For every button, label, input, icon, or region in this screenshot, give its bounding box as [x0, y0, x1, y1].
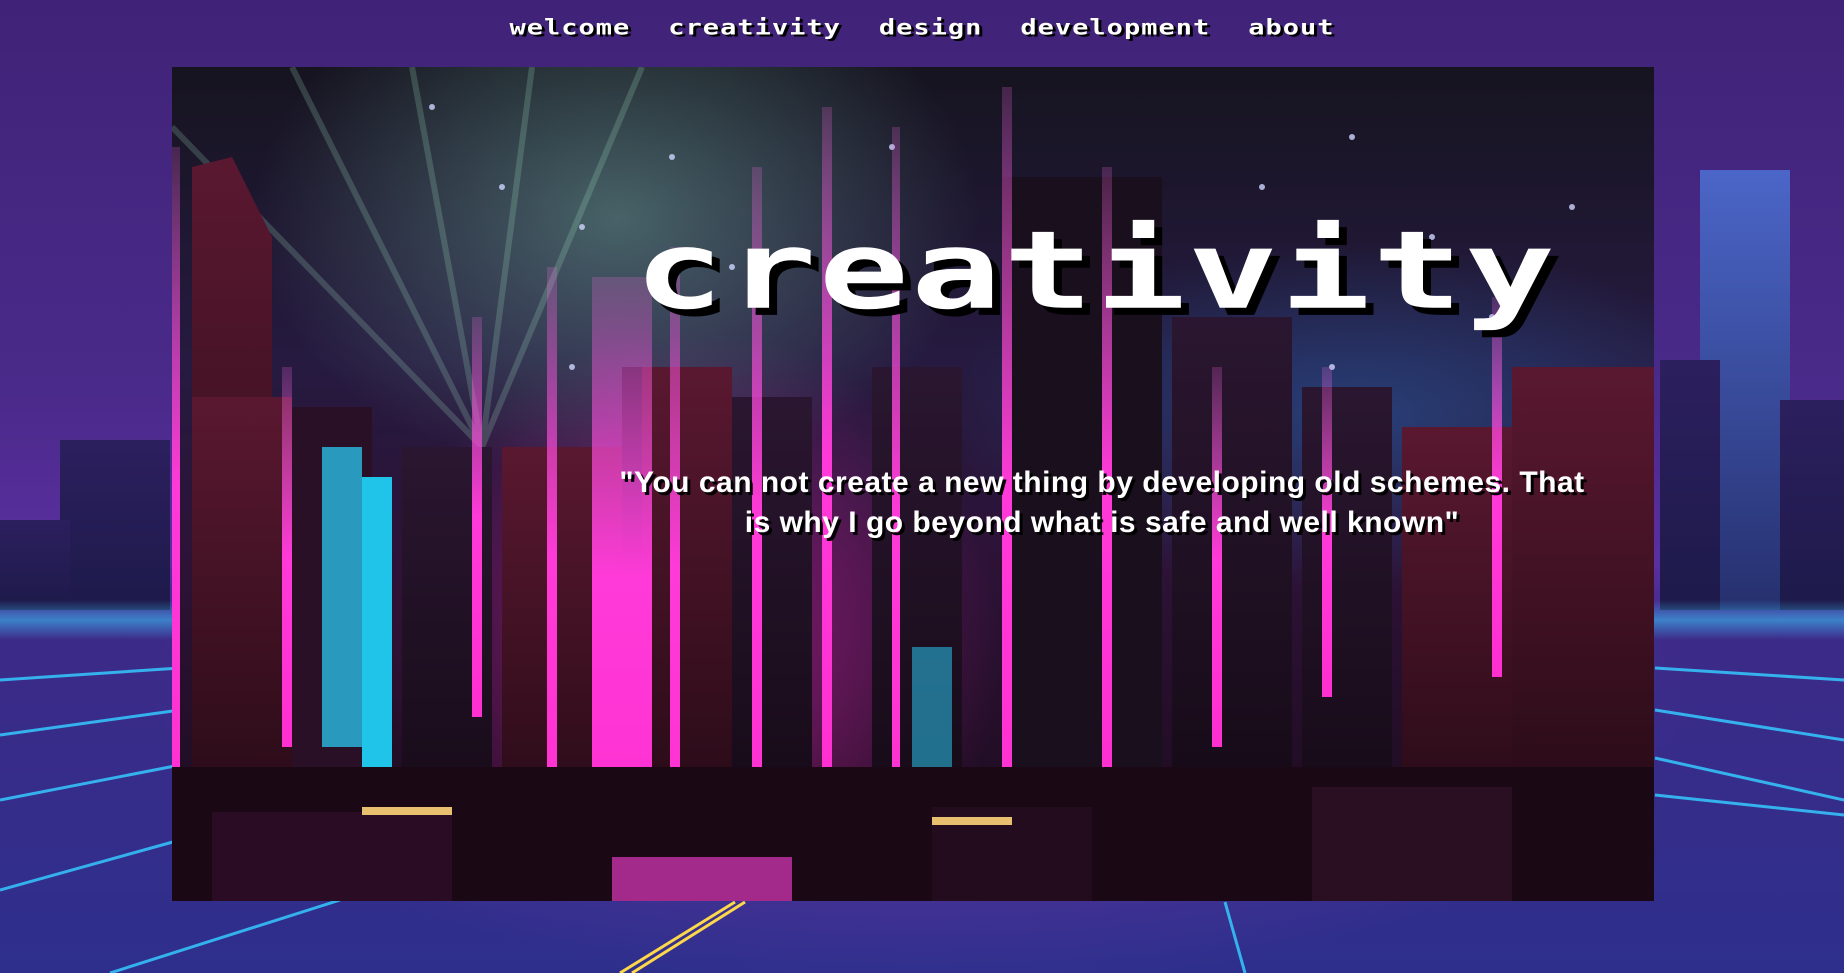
main-nav: welcome creativity design development ab… [0, 12, 1844, 43]
background-building-left [60, 440, 170, 610]
nav-link-about[interactable]: about [1248, 15, 1334, 40]
hero-quote: "You can not create a new thing by devel… [619, 466, 1585, 539]
background-building-left-2 [0, 520, 70, 610]
nav-link-design[interactable]: design [879, 15, 983, 40]
hero-section: creativity "You can not create a new thi… [172, 67, 1654, 901]
nav-link-creativity[interactable]: creativity [668, 15, 841, 40]
hero-title: creativity [634, 208, 1558, 334]
background-building-right [1660, 360, 1720, 610]
nav-link-development[interactable]: development [1020, 15, 1210, 40]
nav-link-welcome[interactable]: welcome [510, 15, 631, 40]
background-building-right-2 [1780, 400, 1844, 610]
